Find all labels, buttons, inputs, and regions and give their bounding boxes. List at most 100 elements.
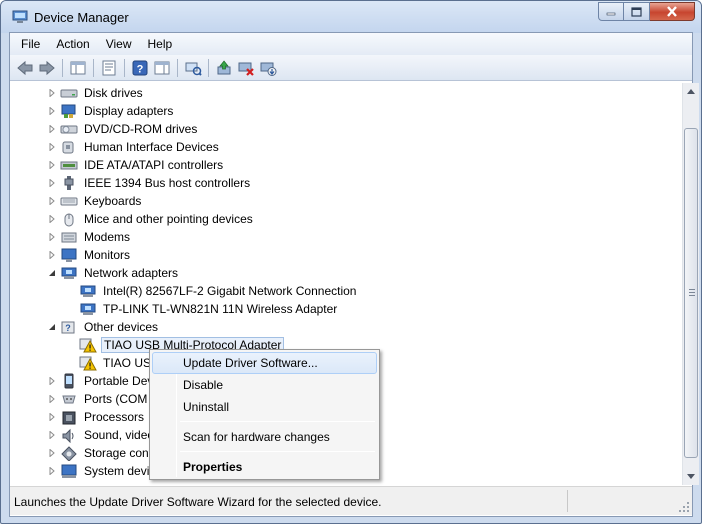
help-button[interactable]: ? [129, 57, 151, 79]
menu-help[interactable]: Help [140, 34, 181, 54]
update-driver-icon [217, 59, 231, 74]
expand-arrow-icon[interactable] [47, 448, 57, 458]
tree-category[interactable]: IEEE 1394 Bus host controllers [47, 174, 252, 192]
uninstall-button[interactable] [235, 57, 257, 79]
title-bar[interactable]: Device Manager [1, 1, 701, 33]
forward-button[interactable] [36, 57, 58, 79]
collapse-arrow-icon[interactable] [47, 268, 57, 278]
expand-arrow-icon[interactable] [47, 160, 57, 170]
firewire-icon [60, 175, 78, 191]
properties-icon [102, 60, 116, 75]
tree-category[interactable]: Storage contr [47, 444, 158, 462]
system-device-icon [60, 463, 78, 479]
window-title: Device Manager [34, 10, 129, 25]
uninstall-icon [238, 62, 254, 76]
tree-category[interactable]: Modems [47, 228, 132, 246]
menu-action[interactable]: Action [48, 34, 97, 54]
mouse-icon [60, 211, 78, 227]
show-action-pane-button[interactable] [151, 57, 173, 79]
tree-device[interactable]: TP-LINK TL-WN821N 11N Wireless Adapter [66, 300, 339, 318]
scan-hardware-button[interactable] [182, 57, 204, 79]
tree-category[interactable]: ? Other devices [47, 318, 160, 336]
expand-arrow-icon[interactable] [47, 88, 57, 98]
tree-device[interactable]: TIAO USB [66, 354, 161, 372]
menu-file[interactable]: File [13, 34, 48, 54]
vertical-scrollbar[interactable] [682, 83, 699, 485]
expand-arrow-icon[interactable] [47, 250, 57, 260]
context-menu-properties[interactable]: Properties [152, 456, 377, 478]
tree-category[interactable]: Ports (COM & [47, 390, 161, 408]
tree-item-label: Other devices [84, 320, 159, 334]
tree-category[interactable]: Monitors [47, 246, 132, 264]
unknown-device-icon: ? [60, 319, 78, 335]
device-manager-window: Device Manager File Action View Help ? D… [0, 0, 702, 524]
maximize-icon [631, 6, 642, 17]
tree-category[interactable]: Network adapters [47, 264, 180, 282]
hid-icon [60, 139, 78, 155]
keyboard-icon [60, 193, 78, 209]
tree-category[interactable]: Human Interface Devices [47, 138, 221, 156]
expand-arrow-icon[interactable] [47, 430, 57, 440]
svg-text:?: ? [65, 323, 71, 333]
tree-item-label: Disk drives [84, 86, 143, 100]
tree-category[interactable]: Portable Devic [47, 372, 164, 390]
toolbar-separator [62, 58, 63, 77]
resize-grip-icon[interactable] [678, 501, 690, 513]
triangle-up-icon [687, 89, 695, 94]
context-menu-scan-for-hardware-changes[interactable]: Scan for hardware changes [152, 426, 377, 448]
expand-arrow-icon[interactable] [47, 214, 57, 224]
tree-item-label: Mice and other pointing devices [84, 212, 253, 226]
ide-controller-icon [60, 157, 78, 173]
tree-category[interactable]: System device [47, 462, 164, 480]
show-hide-console-tree-button[interactable] [67, 57, 89, 79]
enable-button[interactable] [257, 57, 279, 79]
tree-category[interactable]: Disk drives [47, 84, 145, 102]
expand-arrow-icon[interactable] [47, 124, 57, 134]
warning-device-icon [79, 337, 97, 353]
expand-arrow-icon[interactable] [47, 394, 57, 404]
tree-item-label: Network adapters [84, 266, 179, 280]
tree-category[interactable]: Sound, video [47, 426, 156, 444]
scroll-down-button[interactable] [683, 468, 699, 485]
maximize-button[interactable] [624, 2, 650, 21]
context-menu-disable[interactable]: Disable [152, 374, 377, 396]
toolbar-separator [124, 58, 125, 77]
context-menu-uninstall[interactable]: Uninstall [152, 396, 377, 418]
scroll-up-button[interactable] [683, 83, 699, 100]
device-manager-icon [12, 10, 28, 23]
close-button[interactable] [650, 2, 695, 21]
tree-category[interactable]: Keyboards [47, 192, 143, 210]
scroll-thumb[interactable] [684, 128, 698, 458]
tree-category[interactable]: IDE ATA/ATAPI controllers [47, 156, 225, 174]
status-bar: Launches the Update Driver Software Wiza… [10, 486, 692, 515]
expand-arrow-icon[interactable] [47, 178, 57, 188]
status-text: Launches the Update Driver Software Wiza… [14, 495, 382, 509]
expand-arrow-icon[interactable] [47, 412, 57, 422]
expand-arrow-icon[interactable] [47, 466, 57, 476]
minimize-button[interactable] [598, 2, 624, 21]
tree-category[interactable]: Display adapters [47, 102, 175, 120]
properties-button[interactable] [98, 57, 120, 79]
context-menu-update-driver-software[interactable]: Update Driver Software... [152, 352, 377, 374]
tree-category[interactable]: DVD/CD-ROM drives [47, 120, 199, 138]
tree-item-label: DVD/CD-ROM drives [84, 122, 198, 136]
expand-arrow-icon[interactable] [47, 196, 57, 206]
collapse-arrow-icon[interactable] [47, 322, 57, 332]
tree-category[interactable]: Mice and other pointing devices [47, 210, 255, 228]
action-pane-icon [154, 61, 170, 74]
expand-arrow-icon[interactable] [47, 376, 57, 386]
back-button[interactable] [14, 57, 36, 79]
context-menu-separator [180, 421, 375, 422]
tree-item-label: Monitors [84, 248, 131, 262]
expand-arrow-icon[interactable] [47, 142, 57, 152]
network-adapter-icon [79, 301, 97, 317]
update-driver-button[interactable] [213, 57, 235, 79]
expand-arrow-icon[interactable] [47, 106, 57, 116]
menu-view[interactable]: View [98, 34, 140, 54]
tree-device[interactable]: Intel(R) 82567LF-2 Gigabit Network Conne… [66, 282, 358, 300]
expand-arrow-icon[interactable] [47, 232, 57, 242]
scroll-grip-icon [689, 289, 695, 296]
tree-category[interactable]: Processors [47, 408, 146, 426]
arrow-left-icon [17, 60, 33, 75]
